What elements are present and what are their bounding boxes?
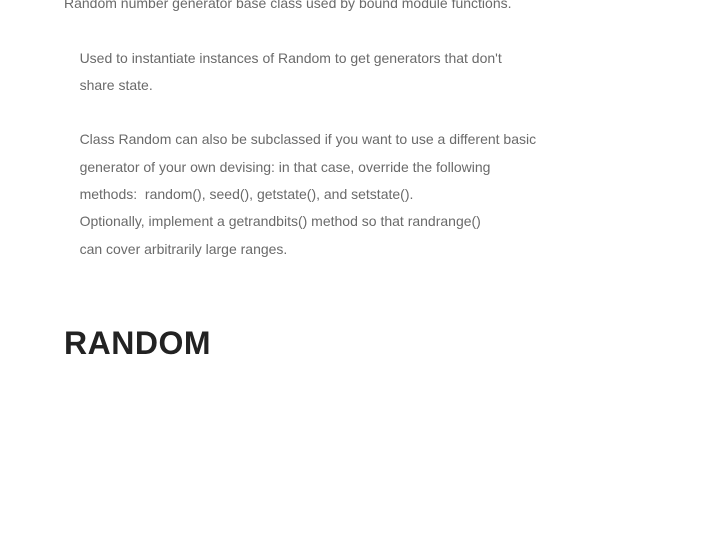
section-heading-random: RANDOM (64, 325, 656, 362)
class-docstring: Random number generator base class used … (64, 0, 656, 263)
